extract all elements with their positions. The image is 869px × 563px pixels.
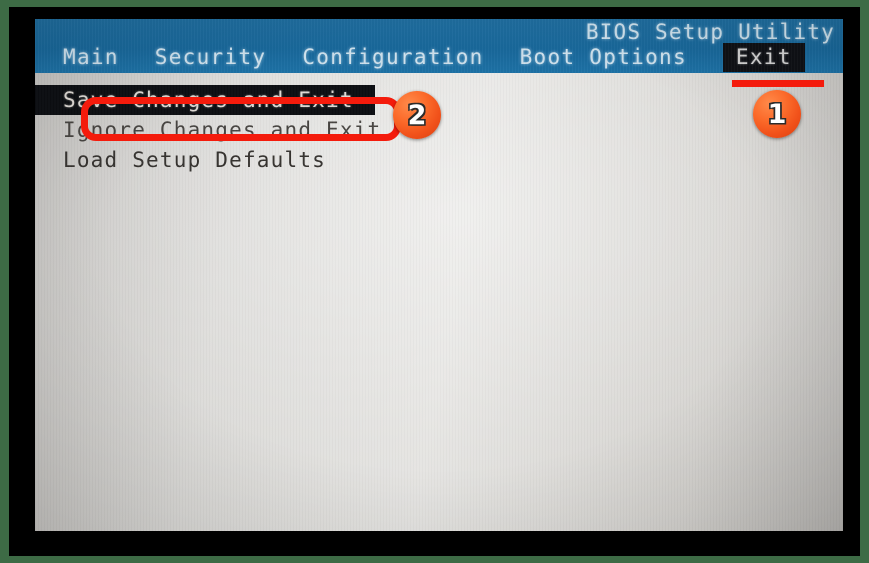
tab-main[interactable]: Main <box>63 43 119 72</box>
menu-bar: Main Security Configuration Boot Options… <box>35 43 843 73</box>
bios-setup-screen: BIOS Setup Utility Main Security Configu… <box>35 19 843 531</box>
annotation-badge-1: 1 <box>753 90 801 138</box>
page-title: BIOS Setup Utility <box>585 20 835 44</box>
menu-option-save-changes-and-exit[interactable]: Save Changes and Exit <box>35 85 375 115</box>
tab-configuration[interactable]: Configuration <box>302 43 483 72</box>
menu-option-load-setup-defaults[interactable]: Load Setup Defaults <box>35 145 843 175</box>
tab-security[interactable]: Security <box>155 43 267 72</box>
exit-menu-option-list: Save Changes and Exit Ignore Changes and… <box>35 85 843 175</box>
laptop-screen-bezel: BIOS Setup Utility Main Security Configu… <box>9 7 860 556</box>
screenshot-root: BIOS Setup Utility Main Security Configu… <box>0 0 869 563</box>
tab-boot-options[interactable]: Boot Options <box>520 43 687 72</box>
tab-exit[interactable]: Exit <box>722 43 805 72</box>
annotation-badge-2: 2 <box>393 91 441 139</box>
bios-header-bar: BIOS Setup Utility Main Security Configu… <box>35 19 843 73</box>
